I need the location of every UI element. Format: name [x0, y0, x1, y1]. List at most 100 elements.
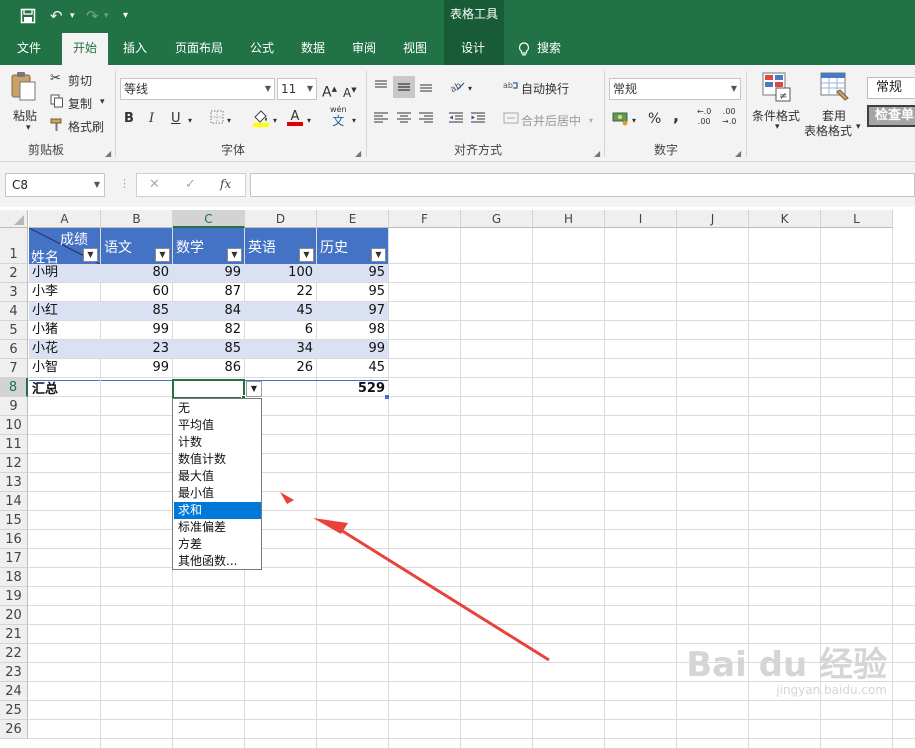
paste-dropdown-icon[interactable]: ▾	[26, 123, 31, 133]
column-header-d[interactable]: D	[245, 210, 317, 228]
table-header-chinese[interactable]: 语文 ▼	[101, 228, 172, 264]
table-resize-handle[interactable]	[385, 395, 389, 399]
wrap-text-icon[interactable]: ab	[503, 79, 519, 98]
column-header-g[interactable]: G	[461, 210, 533, 228]
column-header-a[interactable]: A	[29, 210, 101, 228]
save-icon[interactable]	[20, 8, 36, 27]
row-header-5[interactable]: 5	[0, 321, 28, 340]
enter-formula-button[interactable]: ✓	[185, 177, 196, 192]
total-function-dropdown-button[interactable]: ▼	[246, 381, 262, 397]
row-header-15[interactable]: 15	[0, 511, 28, 530]
column-header-l[interactable]: L	[821, 210, 893, 228]
table-header-english[interactable]: 英语 ▼	[245, 228, 316, 264]
number-format-combo[interactable]: 常规 ▼	[609, 78, 741, 100]
merge-center-button[interactable]: 合并后居中	[521, 112, 581, 129]
table-cell-name[interactable]: 小红	[29, 302, 100, 320]
table-cell[interactable]: 22	[245, 283, 316, 301]
copy-icon[interactable]	[50, 94, 64, 113]
decrease-decimal-button[interactable]: .00 →.0	[722, 107, 736, 127]
phonetic-dropdown-icon[interactable]: ▾	[352, 113, 356, 129]
align-middle-button[interactable]	[393, 76, 415, 98]
comma-style-button[interactable]: ,	[673, 108, 679, 124]
merge-dropdown-icon[interactable]: ▾	[589, 113, 593, 129]
tab-search[interactable]: 搜索	[533, 33, 565, 65]
table-cell[interactable]: 45	[245, 302, 316, 320]
decrease-font-size-button[interactable]: A▼	[343, 82, 357, 101]
paste-icon[interactable]	[10, 71, 38, 104]
orientation-dropdown-icon[interactable]: ▾	[468, 81, 472, 97]
tab-file[interactable]: 文件	[5, 33, 53, 65]
align-left-icon[interactable]	[373, 111, 389, 130]
dropdown-item[interactable]: 无	[174, 400, 261, 417]
format-as-table-icon[interactable]	[820, 72, 850, 105]
row-header-10[interactable]: 10	[0, 416, 28, 435]
fill-color-icon[interactable]	[252, 109, 270, 132]
worksheet-grid[interactable]: ABCDEFGHIJKL 1 2 3 4 5 6 7 8 9 10 11 12 13 14 15 16 17 18…	[0, 207, 915, 748]
table-cell[interactable]: 85	[173, 340, 244, 358]
redo-icon[interactable]: ↷	[86, 8, 99, 24]
fill-color-dropdown-icon[interactable]: ▾	[273, 113, 277, 129]
table-cell[interactable]: 26	[245, 359, 316, 377]
drag-handle-icon[interactable]: ⋮	[119, 177, 130, 190]
row-header-25[interactable]: 25	[0, 701, 28, 720]
table-cell[interactable]: 99	[173, 264, 244, 282]
dropdown-item[interactable]: 计数	[174, 434, 261, 451]
copy-button[interactable]: 复制	[68, 95, 92, 112]
table-cell[interactable]: 86	[173, 359, 244, 377]
row-header-13[interactable]: 13	[0, 473, 28, 492]
font-color-icon[interactable]: A	[286, 108, 304, 131]
column-header-k[interactable]: K	[749, 210, 821, 228]
table-cell[interactable]: 98	[317, 321, 388, 339]
increase-indent-icon[interactable]	[470, 111, 486, 130]
column-header-e[interactable]: E	[317, 210, 389, 228]
dropdown-item[interactable]: 求和	[174, 502, 261, 519]
font-launcher-icon[interactable]: ◢	[355, 149, 361, 158]
filter-dropdown-icon[interactable]: ▼	[155, 248, 170, 262]
align-bottom-icon[interactable]	[418, 79, 434, 98]
row-header-21[interactable]: 21	[0, 625, 28, 644]
tab-home[interactable]: 开始	[62, 33, 108, 66]
undo-dropdown-icon[interactable]: ▾	[70, 8, 75, 24]
tab-design[interactable]: 设计	[450, 33, 496, 65]
row-header-4[interactable]: 4	[0, 302, 28, 321]
row-header-22[interactable]: 22	[0, 644, 28, 663]
column-header-b[interactable]: B	[101, 210, 173, 228]
row-header-2[interactable]: 2	[0, 264, 28, 283]
conditional-dropdown-icon[interactable]: ▾	[775, 122, 780, 132]
table-cell[interactable]: 34	[245, 340, 316, 358]
row-header-14[interactable]: 14	[0, 492, 28, 511]
table-cell[interactable]: 60	[101, 283, 172, 301]
borders-icon[interactable]	[210, 110, 224, 129]
column-header-f[interactable]: F	[389, 210, 461, 228]
conditional-formatting-icon[interactable]: ≠	[762, 72, 792, 105]
wrap-text-button[interactable]: 自动换行	[521, 80, 569, 97]
table-cell[interactable]: 95	[317, 283, 388, 301]
table-cell[interactable]: 84	[173, 302, 244, 320]
column-header-j[interactable]: J	[677, 210, 749, 228]
table-cell[interactable]: 99	[317, 340, 388, 358]
dropdown-item[interactable]: 其他函数...	[174, 553, 261, 570]
copy-dropdown-icon[interactable]: ▾	[100, 97, 105, 107]
increase-font-size-button[interactable]: A▲	[322, 81, 337, 101]
tab-review[interactable]: 审阅	[342, 33, 386, 65]
tab-page-layout[interactable]: 页面布局	[168, 33, 230, 65]
table-cell[interactable]: 80	[101, 264, 172, 282]
row-header-24[interactable]: 24	[0, 682, 28, 701]
dropdown-item[interactable]: 标准偏差	[174, 519, 261, 536]
align-top-icon[interactable]	[373, 79, 389, 98]
column-header-c[interactable]: C	[173, 210, 245, 228]
increase-decimal-button[interactable]: ←.0 .00	[697, 107, 711, 127]
alignment-launcher-icon[interactable]: ◢	[594, 149, 600, 158]
dropdown-item[interactable]: 数值计数	[174, 451, 261, 468]
cell-style-normal[interactable]: 常规	[867, 77, 915, 99]
total-function-list[interactable]: 无平均值 计数 数值计数 最大值 最小值 求和 标准偏差 方差 其他函数...	[172, 398, 262, 570]
row-header-11[interactable]: 11	[0, 435, 28, 454]
table-cell[interactable]: 99	[101, 321, 172, 339]
format-painter-button[interactable]: 格式刷	[68, 118, 104, 135]
cut-button[interactable]: 剪切	[68, 72, 92, 89]
orientation-icon[interactable]: ab	[448, 79, 466, 98]
table-cell[interactable]: 82	[173, 321, 244, 339]
row-header-26[interactable]: 26	[0, 720, 28, 739]
italic-button[interactable]: I	[149, 111, 154, 127]
table-cell-name[interactable]: 小智	[29, 359, 100, 377]
